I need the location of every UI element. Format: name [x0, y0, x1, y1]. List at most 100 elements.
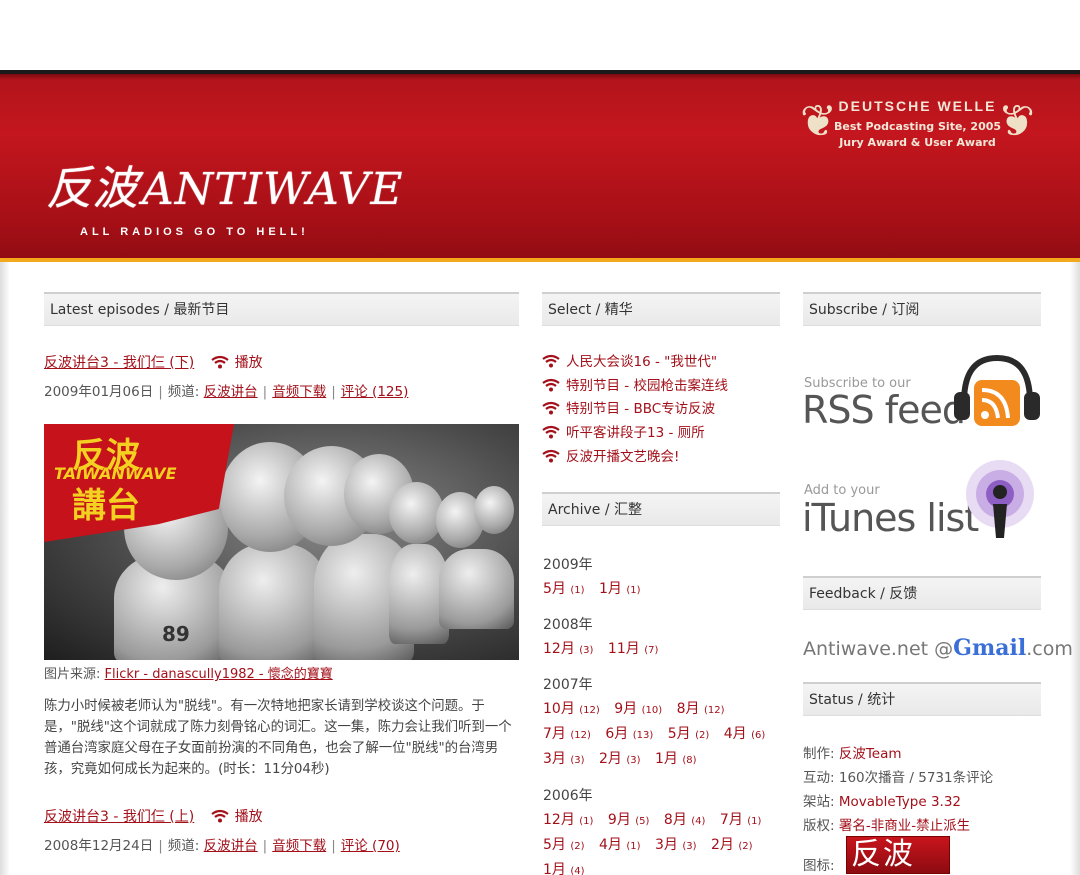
photo-jersey-number: 89 [162, 622, 190, 646]
episode-1-title-row: 反波讲台3 - 我们仨 (下) 播放 [44, 352, 263, 372]
episode-2-download-link[interactable]: 音频下载 [272, 838, 326, 854]
select-heading: Select / 精华 [542, 292, 780, 326]
archive-month-link[interactable]: 8月 (4) [664, 812, 706, 828]
archive-row: 1月 (4) [543, 859, 595, 875]
archive-row: 12月 (1) 9月 (5) 8月 (4) 7月 (1) [543, 809, 771, 829]
month-count: (2) [570, 841, 585, 852]
episode-1-date: 2009年01月06日 [44, 384, 154, 400]
broadcast-icon [542, 425, 560, 439]
archive-month-link[interactable]: 7月 (12) [543, 726, 591, 742]
logo-chinese: 反波 [46, 161, 138, 215]
archive-month-link[interactable]: 7月 (1) [720, 812, 762, 828]
select-item[interactable]: 反波开播文艺晚会! [542, 445, 728, 469]
month-count: (3) [682, 841, 697, 852]
month-label: 5月 [667, 726, 691, 742]
status-platform-link[interactable]: MovableType 3.32 [839, 794, 961, 810]
archive-month-link[interactable]: 1月 (4) [543, 862, 585, 875]
site-header: 反波ANTIWAVE ALL RADIOS GO TO HELL! ❦ ❦ DE… [0, 70, 1080, 262]
month-count: (10) [641, 705, 663, 716]
episode-2-comments-link[interactable]: 评论 (70) [341, 838, 400, 854]
email-suffix: .com [1026, 638, 1073, 660]
figurine-body [439, 549, 514, 629]
episode-2-title-link[interactable]: 反波讲台3 - 我们仨 (上) [44, 809, 194, 825]
month-count: (2) [738, 841, 753, 852]
broadcast-icon [542, 402, 560, 415]
archive-month-link[interactable]: 3月 (3) [655, 837, 697, 853]
archive-month-link[interactable]: 5月 (1) [543, 581, 585, 597]
episode-1-comments-link[interactable]: 评论 (125) [341, 384, 409, 400]
month-label: 8月 [676, 701, 700, 717]
episode-2-date: 2008年12月24日 [44, 838, 154, 854]
gmail-logo: Gmail [953, 635, 1027, 661]
archive-month-link[interactable]: 1月 (8) [655, 751, 697, 767]
itunes-list-link[interactable]: iTunes list [802, 496, 979, 540]
status-label: 架站: [803, 794, 835, 810]
episode-1-title-link[interactable]: 反波讲台3 - 我们仨 (下) [44, 355, 194, 371]
archive-month-link[interactable]: 9月 (10) [614, 701, 662, 717]
archive-month-link[interactable]: 10月 (12) [543, 701, 600, 717]
episode-1-channel-link[interactable]: 反波讲台 [204, 384, 258, 400]
episode-2-channel-link[interactable]: 反波讲台 [204, 838, 258, 854]
archive-month-link[interactable]: 5月 (2) [543, 837, 585, 853]
caption-source-link[interactable]: Flickr - danascully1982 - 懷念的寶寶 [105, 667, 333, 682]
archive-month-link[interactable]: 6月 (13) [605, 726, 653, 742]
archive-month-link[interactable]: 4月 (1) [599, 837, 641, 853]
archive-month-link[interactable]: 12月 (3) [543, 641, 593, 657]
archive-month-link[interactable]: 8月 (12) [677, 701, 725, 717]
archive-year: 2006年 [543, 788, 593, 804]
archive-month-link[interactable]: 4月 (6) [724, 726, 766, 742]
month-count: (6) [751, 730, 766, 741]
feedback-email-link[interactable]: Antiwave.net @Gmail.com [803, 635, 1073, 661]
archive-month-link[interactable]: 2月 (2) [711, 837, 753, 853]
site-logo[interactable]: 反波ANTIWAVE ALL RADIOS GO TO HELL! [46, 152, 404, 238]
month-label: 6月 [605, 726, 629, 742]
episode-2-play-label: 播放 [234, 809, 263, 825]
status-team-link[interactable]: 反波Team [839, 746, 902, 762]
award-badge: ❦ ❦ DEUTSCHE WELLE Best Podcasting Site,… [800, 96, 1035, 166]
podcast-icon[interactable] [960, 458, 1040, 544]
month-count: (7) [644, 645, 659, 656]
right-edge-shade [1070, 262, 1080, 875]
month-count: (12) [704, 705, 725, 716]
logo-english: ANTIWAVE [142, 164, 404, 215]
select-item[interactable]: 特别节目 - BBC专访反波 [542, 397, 728, 421]
month-label: 11月 [607, 641, 640, 657]
separator: | [262, 384, 268, 400]
archive-month-link[interactable]: 11月 (7) [608, 641, 658, 657]
laurel-right-icon: ❦ [998, 96, 1035, 147]
episode-1-play-button[interactable]: 播放 [211, 355, 263, 371]
episode-1-download-link[interactable]: 音频下载 [272, 384, 326, 400]
site-icon-badge[interactable]: 反波 [846, 836, 950, 874]
month-count: (4) [570, 866, 585, 875]
episode-photo[interactable]: 89 反波 TAIWANWAVE 講台 [44, 424, 519, 660]
archive-month-link[interactable]: 2月 (3) [599, 751, 641, 767]
archive-row: 12月 (3) 11月 (7) [543, 638, 668, 658]
rss-headphones-icon[interactable] [954, 350, 1040, 430]
archive-row: 7月 (12) 6月 (13) 5月 (2) 4月 (6) [543, 723, 775, 743]
archive-month-link[interactable]: 1月 (1) [599, 581, 641, 597]
month-label: 1月 [655, 751, 678, 767]
select-item[interactable]: 人民大会谈16 - "我世代" [542, 350, 728, 374]
separator: | [262, 838, 268, 854]
archive-month-link[interactable]: 12月 (1) [543, 812, 593, 828]
status-license-link[interactable]: 署名-非商业-禁止派生 [839, 818, 970, 834]
month-label: 12月 [543, 812, 575, 828]
status-row: 互动: 160次播音 / 5731条评论 [803, 766, 993, 786]
select-item[interactable]: 听平客讲段子13 - 厕所 [542, 421, 728, 445]
archive-month-link[interactable]: 5月 (2) [668, 726, 710, 742]
month-count: (13) [632, 730, 654, 741]
rss-feed-link[interactable]: RSS feed [802, 388, 966, 432]
archive-month-link[interactable]: 3月 (3) [543, 751, 585, 767]
separator: | [158, 838, 163, 854]
archive-year: 2008年 [543, 617, 593, 633]
status-row: 架站: MovableType 3.32 [803, 790, 961, 810]
month-count: (2) [695, 730, 710, 741]
status-heading: Status / 统计 [803, 682, 1041, 716]
month-count: (12) [570, 730, 591, 741]
episode-2-play-button[interactable]: 播放 [211, 809, 263, 825]
month-count: (3) [579, 645, 594, 656]
select-item[interactable]: 特别节目 - 校园枪击案连线 [542, 374, 728, 398]
feedback-heading: Feedback / 反馈 [803, 576, 1041, 610]
month-label: 3月 [543, 751, 566, 767]
archive-month-link[interactable]: 9月 (5) [608, 812, 650, 828]
